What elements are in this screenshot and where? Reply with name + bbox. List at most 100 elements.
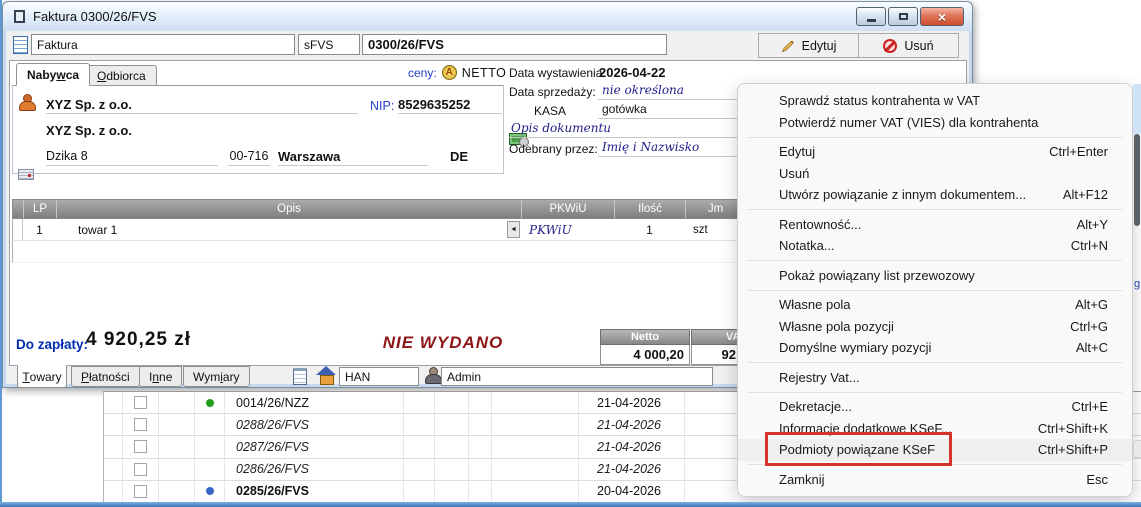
received-by-label: Odebrany przez: [509, 142, 598, 156]
menu-item-edytuj[interactable]: EdytujCtrl+Enter [738, 141, 1132, 163]
list-cell [195, 436, 225, 457]
window-titlebar[interactable]: Faktura 0300/26/FVS × [3, 2, 972, 31]
annotation-red-box [765, 432, 952, 466]
buyer-name-field[interactable]: XYZ Sp. z o.o. [46, 97, 358, 114]
price-mode-badge-icon[interactable]: A [442, 65, 457, 80]
tab-inne[interactable]: Inne [139, 366, 182, 387]
item-opis[interactable]: towar 1 ◄ [56, 219, 521, 240]
document-icon [13, 36, 28, 54]
warehouse-field[interactable] [339, 367, 419, 386]
menu-item-shortcut: Alt+C [1076, 340, 1108, 355]
menu-item-label: Własne pola pozycji [779, 319, 894, 334]
list-cell [104, 392, 123, 413]
document-description-field[interactable]: Opis dokumentu [509, 121, 738, 138]
list-cell [469, 392, 492, 413]
list-cell [435, 392, 469, 413]
user-field[interactable] [441, 367, 713, 386]
buyer-person-icon [18, 94, 35, 111]
country-field[interactable]: DE [450, 149, 468, 164]
received-by-field[interactable]: Imię i Nazwisko [598, 140, 738, 157]
menu-item-w-asne-pola[interactable]: Własne polaAlt+G [738, 294, 1132, 316]
blue-status-dot [206, 487, 214, 495]
menu-item-w-asne-pola-pozycji[interactable]: Własne pola pozycjiCtrl+G [738, 316, 1132, 338]
document-type-field[interactable] [31, 34, 295, 55]
not-issued-stamp: NIE WYDANO [348, 333, 538, 353]
menu-item-dekretacje[interactable]: Dekretacje...Ctrl+E [738, 396, 1132, 418]
tab-wymiary[interactable]: Wymiary [183, 366, 250, 387]
city-field[interactable]: Warszawa [278, 149, 428, 166]
menu-item-sprawdz-status-kontrahenta-w-vat[interactable]: Sprawdź status kontrahenta w VAT [738, 90, 1132, 112]
minimize-button[interactable] [856, 7, 886, 26]
item-rowselect[interactable] [13, 219, 23, 240]
menu-item-shortcut: Ctrl+N [1071, 238, 1108, 253]
menu-item-potwierdz-numer-vat-vies-dla-kontrahenta[interactable]: Potwierdź numer VAT (VIES) dla kontrahen… [738, 112, 1132, 134]
combo-arrow-icon[interactable]: ◄ [507, 221, 520, 238]
document-subtype-field[interactable] [298, 34, 360, 55]
header-rowselect [13, 200, 23, 218]
menu-item-usun[interactable]: Usuń [738, 163, 1132, 185]
edit-button[interactable]: Edytuj [759, 34, 858, 57]
menu-item-rejestry-vat[interactable]: Rejestry Vat... [738, 367, 1132, 389]
list-cell [469, 414, 492, 435]
buyer-name2-field[interactable]: XYZ Sp. z o.o. [46, 123, 132, 138]
nip-label: NIP: [370, 99, 394, 113]
menu-separator [748, 260, 1122, 261]
row-checkbox[interactable] [134, 485, 147, 498]
menu-item-label: Potwierdź numer VAT (VIES) dla kontrahen… [779, 115, 1038, 130]
item-ilosc[interactable]: 1 [614, 219, 685, 240]
scrollbar-thumb[interactable] [1134, 134, 1140, 226]
item-lp: 1 [23, 219, 56, 240]
close-icon: × [938, 10, 946, 24]
list-cell [159, 392, 195, 413]
header-lp[interactable]: LP [23, 200, 56, 218]
menu-item-pokaz-powiazany-list-przewozowy[interactable]: Pokaż powiązany list przewozowy [738, 265, 1132, 287]
sale-date-value[interactable]: nie określona [598, 83, 738, 100]
close-button[interactable]: × [920, 7, 964, 26]
header-jm[interactable]: Jm [685, 200, 745, 218]
tab-receiver[interactable]: Odbiorca [86, 65, 157, 86]
list-cell [435, 414, 469, 435]
tab-platnosci[interactable]: Płatności [71, 366, 140, 387]
maximize-button[interactable] [888, 7, 918, 26]
list-cell [159, 459, 195, 480]
header-pkwiu[interactable]: PKWiU [521, 200, 614, 218]
street-field[interactable]: Dzika 8 [46, 149, 218, 166]
delete-button[interactable]: Usuń [858, 34, 958, 57]
row-checkbox[interactable] [134, 418, 147, 431]
list-cell: 21-04-2026 [579, 414, 685, 435]
list-cell: 20-04-2026 [579, 481, 685, 502]
row-checkbox[interactable] [134, 396, 147, 409]
row-checkbox[interactable] [134, 463, 147, 476]
item-pkwiu[interactable]: PKWiU [521, 219, 614, 240]
row-checkbox[interactable] [134, 440, 147, 453]
document-number: 0288/26/FVS [236, 418, 309, 432]
postal-code-field[interactable]: 00-716 [228, 149, 270, 166]
notepad-icon[interactable] [293, 368, 307, 385]
header-ilosc[interactable]: Ilość [614, 200, 685, 218]
document-number: 0286/26/FVS [236, 462, 309, 476]
list-cell [435, 481, 469, 502]
window-controls: × [856, 7, 964, 26]
menu-item-label: Dekretacje... [779, 399, 852, 414]
menu-item-notatka[interactable]: Notatka...Ctrl+N [738, 235, 1132, 257]
issue-date-value[interactable]: 2026-04-22 [599, 65, 666, 80]
warehouse-icon [316, 366, 336, 384]
menu-item-rentownosc[interactable]: Rentowność...Alt+Y [738, 214, 1132, 236]
menu-item-utworz-powiazanie-z-innym-dokumentem[interactable]: Utwórz powiązanie z innym dokumentem...A… [738, 184, 1132, 206]
list-cell [123, 414, 159, 435]
payment-method-field[interactable]: gotówka [598, 102, 738, 119]
amount-due-label: Do zapłaty: [16, 337, 88, 352]
tab-buyer[interactable]: Nabywca [16, 63, 90, 86]
nip-field[interactable]: 8529635252 [398, 97, 502, 114]
menu-item-label: Rejestry Vat... [779, 370, 860, 385]
menu-item-domyslne-wymiary-pozycji[interactable]: Domyślne wymiary pozycjiAlt+C [738, 337, 1132, 359]
document-number-field[interactable] [362, 34, 667, 55]
list-cell [404, 414, 435, 435]
minimize-icon [867, 19, 876, 22]
list-cell [469, 459, 492, 480]
header-opis[interactable]: Opis [56, 200, 521, 218]
tab-towary[interactable]: Towary [17, 365, 67, 388]
menu-separator [748, 209, 1122, 210]
item-jm[interactable]: szt [685, 219, 745, 240]
menu-item-zamknij[interactable]: ZamknijEsc [738, 469, 1132, 491]
